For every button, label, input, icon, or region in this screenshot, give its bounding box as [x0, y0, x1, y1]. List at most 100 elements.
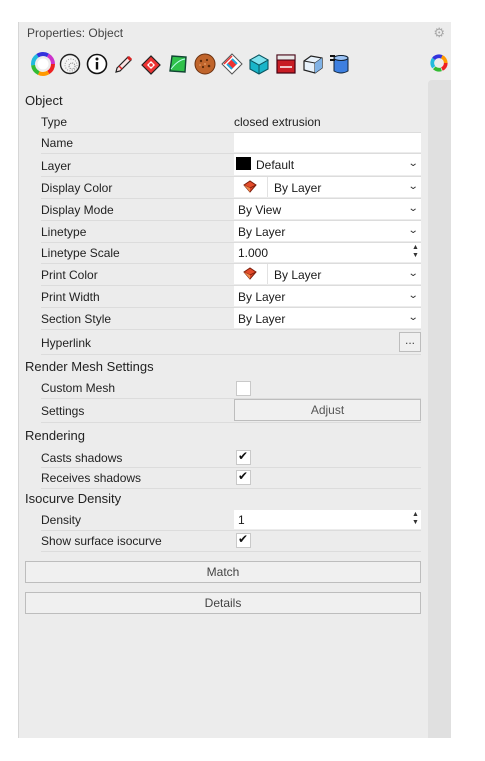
linetype-label: Linetype	[41, 225, 87, 239]
swatch-divider	[267, 264, 268, 284]
type-value: closed extrusion	[234, 115, 321, 129]
color-wheel-small-icon[interactable]	[430, 54, 448, 72]
row-show-isocurve: Show surface isocurve ✔	[41, 531, 421, 552]
properties-panel: Properties: Object ⚙ Object Type closed …	[18, 22, 451, 738]
chevron-down-icon: ⌄	[407, 158, 419, 169]
scrollbar[interactable]	[428, 80, 451, 738]
section-style-label: Section Style	[41, 312, 112, 326]
print-width-value: By Layer	[238, 290, 286, 304]
check-icon: ✔	[238, 469, 249, 483]
database-layers-icon[interactable]	[328, 52, 352, 76]
puzzle-grid-icon[interactable]	[220, 52, 244, 76]
chevron-down-icon: ⌄	[407, 312, 419, 323]
density-input[interactable]: 1 ▲ ▼	[234, 510, 421, 529]
print-color-dropdown[interactable]: By Layer ⌄	[234, 264, 421, 284]
match-button[interactable]: Match	[25, 561, 421, 583]
density-value: 1	[238, 513, 245, 527]
cyan-box-icon[interactable]	[247, 52, 271, 76]
chevron-down-icon: ⌄	[407, 268, 419, 279]
texture-mapping-icon[interactable]	[58, 52, 82, 76]
linetype-dropdown[interactable]: By Layer ⌄	[234, 221, 421, 241]
cookie-texture-icon[interactable]	[193, 52, 217, 76]
spin-down-icon[interactable]: ▼	[411, 519, 420, 527]
page-icon-toolbar	[27, 52, 451, 78]
row-receives-shadows: Receives shadows ✔	[41, 468, 421, 489]
chevron-down-icon: ⌄	[407, 203, 419, 214]
casts-shadows-checkbox[interactable]: ✔	[236, 449, 251, 465]
gear-icon[interactable]: ⚙	[433, 25, 445, 41]
print-width-dropdown[interactable]: By Layer ⌄	[234, 286, 421, 306]
wireframe-box-icon[interactable]	[301, 52, 325, 76]
row-type: Type closed extrusion	[41, 112, 421, 133]
object-info-icon[interactable]	[85, 52, 109, 76]
paint-swatch-icon	[243, 267, 257, 280]
green-surface-icon[interactable]	[166, 52, 190, 76]
row-settings: Settings Adjust	[41, 399, 421, 423]
row-linetype-scale: Linetype Scale 1.000 ▲ ▼	[41, 243, 421, 264]
display-color-dropdown[interactable]: By Layer ⌄	[234, 177, 421, 197]
chevron-down-icon: ⌄	[407, 181, 419, 192]
display-mode-dropdown[interactable]: By View ⌄	[234, 199, 421, 219]
pen-curve-icon[interactable]	[112, 52, 136, 76]
red-render-icon[interactable]	[274, 52, 298, 76]
adjust-button[interactable]: Adjust	[234, 399, 421, 421]
check-icon: ✔	[238, 449, 249, 463]
show-isocurve-label: Show surface isocurve	[41, 534, 162, 548]
hyperlink-label: Hyperlink	[41, 336, 92, 350]
row-layer: Layer Default ⌄	[41, 154, 421, 177]
hyperlink-browse-button[interactable]: ...	[399, 332, 421, 352]
linetype-scale-input[interactable]: 1.000 ▲ ▼	[234, 243, 421, 262]
display-mode-label: Display Mode	[41, 203, 114, 217]
row-hyperlink: Hyperlink ...	[41, 330, 421, 355]
spin-up-icon[interactable]: ▲	[411, 511, 420, 519]
show-isocurve-checkbox[interactable]: ✔	[236, 532, 251, 548]
display-color-label: Display Color	[41, 181, 113, 195]
row-print-color: Print Color By Layer ⌄	[41, 264, 421, 286]
linetype-scale-spinner[interactable]: ▲ ▼	[411, 244, 420, 261]
display-color-value: By Layer	[274, 181, 322, 195]
layer-dropdown[interactable]: Default ⌄	[234, 154, 421, 175]
row-linetype: Linetype By Layer ⌄	[41, 221, 421, 243]
chevron-down-icon: ⌄	[407, 290, 419, 301]
panel-titlebar: Properties: Object ⚙	[19, 22, 451, 44]
section-rendering-header: Rendering	[25, 428, 85, 443]
name-label: Name	[41, 136, 74, 150]
density-spinner[interactable]: ▲ ▼	[411, 511, 420, 528]
casts-shadows-label: Casts shadows	[41, 451, 123, 465]
row-print-width: Print Width By Layer ⌄	[41, 286, 421, 308]
linetype-value: By Layer	[238, 225, 286, 239]
linetype-scale-value: 1.000	[238, 246, 269, 260]
row-display-mode: Display Mode By View ⌄	[41, 199, 421, 221]
row-density: Density 1 ▲ ▼	[41, 510, 421, 531]
type-label: Type	[41, 115, 68, 129]
print-color-label: Print Color	[41, 268, 98, 282]
decal-icon[interactable]	[139, 52, 163, 76]
custom-mesh-label: Custom Mesh	[41, 381, 116, 395]
display-mode-value: By View	[238, 203, 282, 217]
receives-shadows-label: Receives shadows	[41, 471, 142, 485]
chevron-down-icon: ⌄	[407, 225, 419, 236]
panel-title: Properties: Object	[27, 26, 124, 40]
spin-up-icon[interactable]: ▲	[411, 244, 420, 252]
section-render-mesh-header: Render Mesh Settings	[25, 359, 154, 374]
density-label: Density	[41, 513, 82, 527]
row-custom-mesh: Custom Mesh	[41, 377, 421, 399]
row-casts-shadows: Casts shadows ✔	[41, 447, 421, 468]
section-isocurve-header: Isocurve Density	[25, 491, 122, 506]
receives-shadows-checkbox[interactable]: ✔	[236, 469, 251, 485]
section-style-dropdown[interactable]: By Layer ⌄	[234, 308, 421, 328]
details-button[interactable]: Details	[25, 592, 421, 614]
layer-label: Layer	[41, 159, 72, 173]
check-icon: ✔	[238, 532, 249, 546]
settings-label: Settings	[41, 404, 85, 418]
linetype-scale-label: Linetype Scale	[41, 246, 120, 260]
row-name: Name	[41, 133, 421, 154]
custom-mesh-checkbox[interactable]	[236, 381, 251, 396]
print-color-value: By Layer	[274, 268, 322, 282]
name-input[interactable]	[234, 133, 421, 152]
print-width-label: Print Width	[41, 290, 100, 304]
spin-down-icon[interactable]: ▼	[411, 252, 420, 260]
layer-value: Default	[256, 158, 295, 172]
swatch-divider	[267, 177, 268, 197]
material-color-wheel-icon[interactable]	[31, 52, 55, 76]
